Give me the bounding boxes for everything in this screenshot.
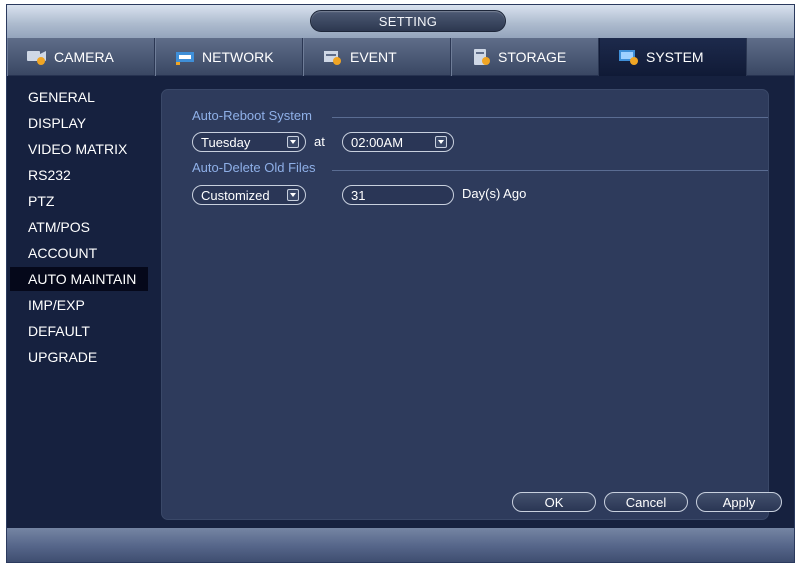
auto-delete-section-label: Auto-Delete Old Files <box>192 160 316 175</box>
delete-days-input[interactable]: 31 <box>342 185 454 205</box>
setting-window: SETTING CAMERA NETWORK EVENT STORAGE SYS… <box>6 4 795 563</box>
tab-event[interactable]: EVENT <box>303 38 451 76</box>
sidebar-item-account[interactable]: ACCOUNT <box>10 241 148 265</box>
auto-maintain-panel: Auto-Reboot System Tuesday at 02:00AM Au… <box>161 89 782 520</box>
sidebar-item-default[interactable]: DEFAULT <box>10 319 148 343</box>
auto-reboot-section-label: Auto-Reboot System <box>192 108 312 123</box>
delete-mode-dropdown[interactable]: Customized <box>192 185 306 205</box>
tab-network-label: NETWORK <box>202 49 274 65</box>
sidebar-item-auto-maintain[interactable]: AUTO MAINTAIN <box>10 267 148 291</box>
tab-system[interactable]: SYSTEM <box>599 38 747 76</box>
tab-event-label: EVENT <box>350 49 397 65</box>
reboot-time-dropdown[interactable]: 02:00AM <box>342 132 454 152</box>
tab-camera[interactable]: CAMERA <box>7 38 155 76</box>
delete-mode-value: Customized <box>201 187 270 203</box>
sidebar-item-imp-exp[interactable]: IMP/EXP <box>10 293 148 317</box>
chevron-down-icon <box>435 136 447 148</box>
sidebar-item-general[interactable]: GENERAL <box>10 85 148 109</box>
auto-delete-divider <box>332 170 768 171</box>
system-icon <box>618 48 640 66</box>
window-title: SETTING <box>310 10 506 32</box>
tab-system-label: SYSTEM <box>646 49 704 65</box>
tab-camera-label: CAMERA <box>54 49 114 65</box>
network-icon <box>174 48 196 66</box>
apply-button[interactable]: Apply <box>696 492 782 512</box>
title-bar: SETTING <box>7 5 794 38</box>
sidebar-item-rs232[interactable]: RS232 <box>10 163 148 187</box>
chevron-down-icon <box>287 136 299 148</box>
camera-icon <box>26 48 48 66</box>
tab-storage[interactable]: STORAGE <box>451 38 599 76</box>
storage-icon <box>470 48 492 66</box>
main-tab-bar: CAMERA NETWORK EVENT STORAGE SYSTEM <box>7 38 794 76</box>
delete-days-suffix: Day(s) Ago <box>462 186 527 201</box>
event-icon <box>322 48 344 66</box>
tab-network[interactable]: NETWORK <box>155 38 303 76</box>
reboot-time-value: 02:00AM <box>351 134 404 150</box>
sidebar: GENERAL DISPLAY VIDEO MATRIX RS232 PTZ A… <box>7 83 152 513</box>
sidebar-item-display[interactable]: DISPLAY <box>10 111 148 135</box>
tab-storage-label: STORAGE <box>498 49 567 65</box>
reboot-at-label: at <box>314 134 325 149</box>
bottom-bar <box>7 528 794 562</box>
reboot-day-dropdown[interactable]: Tuesday <box>192 132 306 152</box>
sidebar-item-upgrade[interactable]: UPGRADE <box>10 345 148 369</box>
reboot-day-value: Tuesday <box>201 134 251 150</box>
sidebar-item-atm-pos[interactable]: ATM/POS <box>10 215 148 239</box>
ok-button[interactable]: OK <box>512 492 596 512</box>
sidebar-item-ptz[interactable]: PTZ <box>10 189 148 213</box>
sidebar-item-video-matrix[interactable]: VIDEO MATRIX <box>10 137 148 161</box>
chevron-down-icon <box>287 189 299 201</box>
cancel-button[interactable]: Cancel <box>604 492 688 512</box>
auto-reboot-divider <box>332 117 768 118</box>
